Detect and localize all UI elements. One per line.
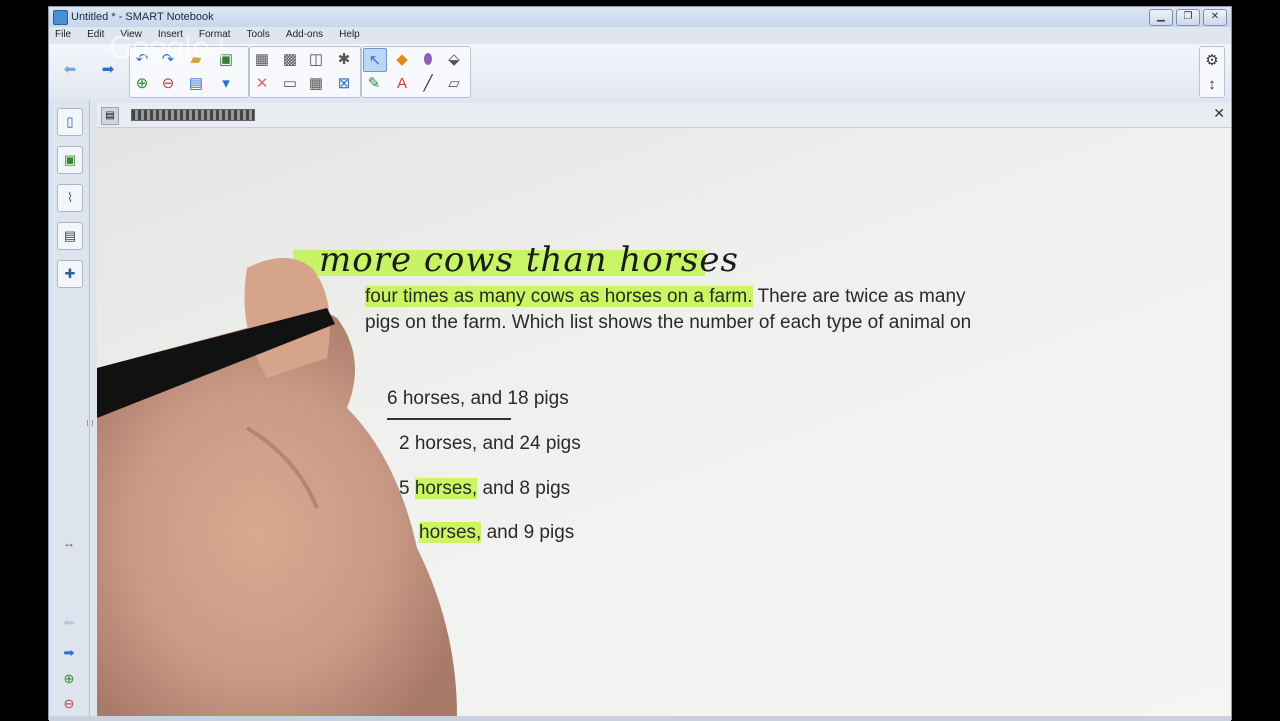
camera-options-icon[interactable]: ▤	[101, 107, 119, 125]
maximize-button[interactable]: ❐	[1176, 9, 1200, 26]
fill-icon[interactable]: ⬙	[443, 48, 465, 70]
add-page-side-icon[interactable]: ⊕	[57, 666, 81, 692]
close-window-button[interactable]: ✕	[1203, 9, 1227, 26]
title-bar: Untitled * - SMART Notebook ▁ ❐ ✕	[49, 7, 1231, 27]
menu-view[interactable]: View	[120, 27, 150, 43]
add-page-icon[interactable]: ⊕	[131, 72, 153, 94]
screen-icon[interactable]: ▭	[279, 72, 301, 94]
gallery-icon[interactable]: ▣	[57, 146, 83, 174]
capture-icon[interactable]: ▩	[279, 48, 301, 70]
word-problem: four times as many cows as horses on a f…	[365, 284, 1205, 336]
problem-rest: There are twice as many	[752, 286, 966, 307]
monitor-icon[interactable]: ▣	[215, 48, 237, 70]
prev-page-icon[interactable]: ⬅	[57, 610, 81, 636]
sidebar-splitter[interactable]	[87, 420, 93, 426]
next-page-icon[interactable]: ➡	[57, 640, 81, 666]
paste-icon[interactable]: ▦	[251, 48, 273, 70]
app-icon	[53, 10, 68, 25]
bottom-edge	[49, 716, 1231, 721]
answer-c-text: and 8 pigs	[477, 478, 571, 499]
menu-file[interactable]: File	[55, 27, 79, 43]
problem-line-1: four times as many cows as horses on a f…	[365, 284, 1205, 310]
fit-icon[interactable]: ⊠	[333, 72, 355, 94]
notebook-window: Untitled * - SMART Notebook ▁ ❐ ✕ File E…	[48, 6, 1232, 721]
line-icon[interactable]: ╱	[417, 72, 439, 94]
select-arrow-icon[interactable]: ↖	[363, 48, 387, 72]
menu-add-ons[interactable]: Add-ons	[286, 27, 331, 43]
text-icon[interactable]: A	[391, 72, 413, 94]
menu-edit[interactable]: Edit	[87, 27, 112, 43]
delete-icon[interactable]: ✕	[251, 72, 273, 94]
move-toolbar-icon[interactable]: ↕	[1201, 73, 1223, 95]
properties-tab-icon[interactable]: ▤	[57, 222, 83, 250]
menu-format[interactable]: Format	[199, 27, 239, 43]
answer-d-text: and 9 pigs	[481, 522, 575, 543]
side-tabs: ▯ ▣ ⌇ ▤ ✚ ↔ ⬅ ➡ ⊕ ⊖	[49, 100, 93, 720]
close-camera-icon[interactable]: ✕	[1213, 105, 1225, 122]
menu-tools[interactable]: Tools	[247, 27, 278, 43]
redo-icon[interactable]: ↷	[157, 48, 179, 70]
save-icon[interactable]: ▤	[185, 72, 207, 94]
add-ons-icon[interactable]: ✚	[57, 260, 83, 288]
eraser-icon[interactable]: ▱	[443, 72, 465, 94]
delete-page-side-icon[interactable]: ⊖	[57, 694, 81, 714]
whiteboard-page[interactable]: more cows than horses four times as many…	[97, 128, 1231, 716]
pens-icon[interactable]: ✎	[363, 72, 385, 94]
delete-page-icon[interactable]: ⊖	[157, 72, 179, 94]
menu-help[interactable]: Help	[339, 27, 368, 43]
page-sorter-icon[interactable]: ▯	[57, 108, 83, 136]
back-arrow-icon[interactable]: ⬅	[59, 58, 81, 80]
forward-arrow-icon[interactable]: ➡	[97, 58, 119, 80]
open-folder-icon[interactable]: ▰	[185, 48, 207, 70]
resize-sidebar-icon[interactable]: ↔	[49, 536, 89, 550]
document-camera-bar: ▤ ✕	[97, 103, 1231, 128]
screen-shade-icon[interactable]: ▾	[215, 72, 237, 94]
gear-icon[interactable]: ⚙	[1201, 49, 1223, 71]
menu-insert[interactable]: Insert	[158, 27, 191, 43]
properties-icon[interactable]: ✱	[333, 48, 355, 70]
main-toolbar: ⬅ ➡ ↶ ↷ ▰ ▣ ⊕ ⊖ ▤ ▾ ▦ ▩ ◫ ✱ ✕ ▭ ▦ ⊠ ↖ ◆ …	[49, 44, 1231, 98]
window-title: Untitled * - SMART Notebook	[71, 11, 214, 23]
attachments-icon[interactable]: ⌇	[57, 184, 83, 212]
teacher-hand	[97, 258, 457, 716]
shapes-icon[interactable]: ◆	[391, 48, 413, 70]
table-icon[interactable]: ▦	[305, 72, 327, 94]
minimize-button[interactable]: ▁	[1149, 9, 1173, 26]
undo-icon[interactable]: ↶	[131, 48, 153, 70]
problem-line-2: pigs on the farm. Which list shows the n…	[365, 312, 972, 333]
magic-pen-icon[interactable]: ⬮	[417, 48, 439, 70]
document-camera-icon[interactable]: ◫	[305, 48, 327, 70]
toolbar-options-group: ⚙ ↕	[1199, 46, 1225, 98]
transparency-slider[interactable]	[131, 109, 255, 121]
menu-bar: File Edit View Insert Format Tools Add-o…	[49, 27, 1237, 43]
